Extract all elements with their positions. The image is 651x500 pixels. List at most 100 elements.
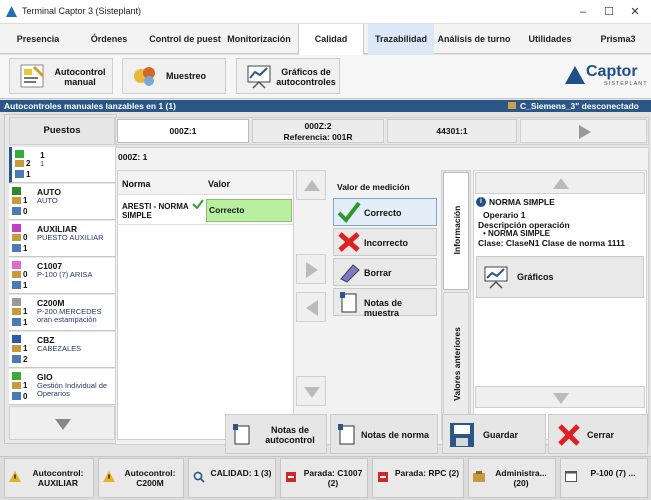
info-scroll-up-button[interactable] xyxy=(475,172,645,194)
arrow-down-icon xyxy=(304,387,320,398)
notas-muestra-label: Notas de muestra xyxy=(364,298,403,318)
incorrecto-button[interactable]: Incorrecto xyxy=(333,228,437,256)
borrar-label: Borrar xyxy=(364,268,392,278)
autocontrol-manual-button[interactable]: Autocontrol manual xyxy=(9,58,113,94)
bottom-tab-label: P-100 (7) ... xyxy=(590,468,636,478)
operator-icon xyxy=(15,170,24,178)
list-item[interactable]: 1 2 CBZ CABEZALES xyxy=(9,332,115,368)
bottom-tab-3[interactable]: CALIDAD: 1 (3) xyxy=(188,458,276,498)
status-square-icon xyxy=(12,187,21,195)
tab-analisis-de-turno[interactable]: Análisis de turno xyxy=(435,24,513,54)
puesto-description: P-200 MERCEDES oran estampación xyxy=(37,307,102,324)
tab-ordenes[interactable]: Órdenes xyxy=(78,24,140,54)
list-item[interactable]: 1 1 C200M P-200 MERCEDES oran estampación xyxy=(9,295,115,331)
list-item[interactable]: 0 1 AUXILIAR PUESTO AUXILIAR xyxy=(9,221,115,257)
bottom-tab-5[interactable]: Parada: RPC (2) xyxy=(372,458,464,498)
tab-utilidades[interactable]: Utilidades xyxy=(520,24,580,54)
order-tab-1[interactable]: 000Z:1 xyxy=(117,119,249,143)
notas-norma-button[interactable]: Notas de norma xyxy=(330,414,438,454)
order-tab-2[interactable]: 000Z:2 Referencia: 001R xyxy=(252,119,384,143)
note-icon xyxy=(338,424,355,445)
main-menu: Presencia Órdenes Control de puest Monit… xyxy=(0,24,651,55)
person-icon xyxy=(15,160,24,167)
eraser-icon xyxy=(340,264,360,283)
borrar-button[interactable]: Borrar xyxy=(333,258,437,286)
person-icon xyxy=(12,234,21,241)
move-left-button[interactable] xyxy=(296,292,326,322)
bottom-tab-7[interactable]: P-100 (7) ... xyxy=(560,458,648,498)
grid-title: 000Z: 1 xyxy=(118,152,148,162)
tab-monitorizacion[interactable]: Monitorización xyxy=(225,24,293,54)
notas-norma-label: Notas de norma xyxy=(361,430,430,440)
notas-muestra-button[interactable]: Notas de muestra xyxy=(333,288,437,318)
operator-icon xyxy=(12,281,21,289)
status-square-icon xyxy=(12,298,21,306)
search-icon xyxy=(193,471,205,485)
info-scroll-down-button[interactable] xyxy=(475,386,645,408)
medicion-title: Valor de medición xyxy=(337,182,410,192)
maximize-button[interactable]: ☐ xyxy=(598,3,620,21)
note-icon xyxy=(340,292,357,313)
notas-autocontrol-button[interactable]: Notas de autocontrol xyxy=(225,414,327,454)
correcto-button[interactable]: Correcto xyxy=(333,198,437,226)
window-title-bar: Terminal Captor 3 (Sisteplant) – ☐ ✕ xyxy=(0,0,651,24)
info-operario: Operario 1 xyxy=(483,210,526,220)
bottom-tab-1[interactable]: Autocontrol: AUXILIAR xyxy=(4,458,94,498)
guardar-button[interactable]: Guardar xyxy=(442,414,546,454)
x-mark-icon xyxy=(558,424,580,446)
tab-informacion[interactable]: Información xyxy=(443,172,469,290)
list-item[interactable]: 1 0 AUTO AUTO xyxy=(9,184,115,220)
puesto-count: 1 xyxy=(23,381,28,390)
stop-icon xyxy=(285,471,297,485)
scroll-down-button[interactable] xyxy=(296,376,326,406)
order-tab-3[interactable]: 44301:1 xyxy=(387,119,517,143)
device-icon xyxy=(508,102,516,109)
checkmark-icon xyxy=(337,201,361,223)
operator-icon xyxy=(12,318,21,326)
grid-col-norma: Norma xyxy=(122,179,151,189)
x-mark-icon xyxy=(338,232,360,252)
normas-grid: Norma Valor ARESTI - NORMA SIMPLE Correc… xyxy=(117,170,294,440)
table-row[interactable]: ARESTI - NORMA SIMPLE Correcto xyxy=(118,197,293,225)
incorrecto-label: Incorrecto xyxy=(364,238,409,248)
cerrar-button[interactable]: Cerrar xyxy=(548,414,648,454)
chart-icon xyxy=(484,266,508,289)
close-window-button[interactable]: ✕ xyxy=(624,3,646,21)
graficos-autocontroles-button[interactable]: Gráficos de autocontroles xyxy=(236,58,340,94)
puestos-header[interactable]: Puestos xyxy=(9,117,115,145)
puesto-bottom-count: 1 xyxy=(26,170,31,179)
muestreo-button[interactable]: Muestreo xyxy=(122,58,226,94)
order-tabs-next-button[interactable] xyxy=(520,119,647,143)
minimize-button[interactable]: – xyxy=(572,3,594,21)
tab-prisma3[interactable]: Prisma3 xyxy=(588,24,648,54)
bottom-tab-6[interactable]: Administra... (20) xyxy=(468,458,556,498)
notas-autocontrol-label: Notas de autocontrol xyxy=(265,425,315,445)
puestos-scroll-down-button[interactable] xyxy=(9,406,115,440)
list-item[interactable]: 1 0 GIO Gestión Individual de Operarios xyxy=(9,369,115,405)
puesto-count: 2 xyxy=(26,159,31,168)
move-right-button[interactable] xyxy=(296,254,326,284)
bottom-tab-label: Parada: C1007 (2) xyxy=(303,468,363,488)
person-icon xyxy=(12,345,21,352)
scroll-up-button[interactable] xyxy=(296,170,326,200)
info-title: NORMA SIMPLE xyxy=(489,197,555,207)
tab-control-de-puesto[interactable]: Control de puest xyxy=(146,24,224,54)
tab-calidad[interactable]: Calidad xyxy=(298,24,364,55)
window-icon xyxy=(565,471,577,484)
logo-text: Captor xyxy=(586,63,638,80)
tab-presencia[interactable]: Presencia xyxy=(4,24,72,54)
list-item[interactable]: 0 1 C1007 P-100 (7) ARISA xyxy=(9,258,115,294)
puesto-description: AUTO xyxy=(37,196,58,205)
bottom-tab-4[interactable]: Parada: C1007 (2) xyxy=(280,458,368,498)
tab-trazabilidad[interactable]: Trazabilidad xyxy=(368,24,434,54)
graficos-button[interactable]: Gráficos xyxy=(476,256,644,298)
operator-icon xyxy=(12,355,21,363)
operator-icon xyxy=(12,392,21,400)
bottom-tab-2[interactable]: Autocontrol: C200M xyxy=(98,458,184,498)
captor-logo: Captor SISTEPLANT xyxy=(564,63,648,93)
info-icon: i xyxy=(476,197,486,207)
list-item[interactable]: 2111 xyxy=(9,147,115,183)
graficos-label: Gráficos xyxy=(517,272,554,282)
warning-icon xyxy=(103,471,115,484)
puesto-description: Gestión Individual de Operarios xyxy=(37,381,108,398)
